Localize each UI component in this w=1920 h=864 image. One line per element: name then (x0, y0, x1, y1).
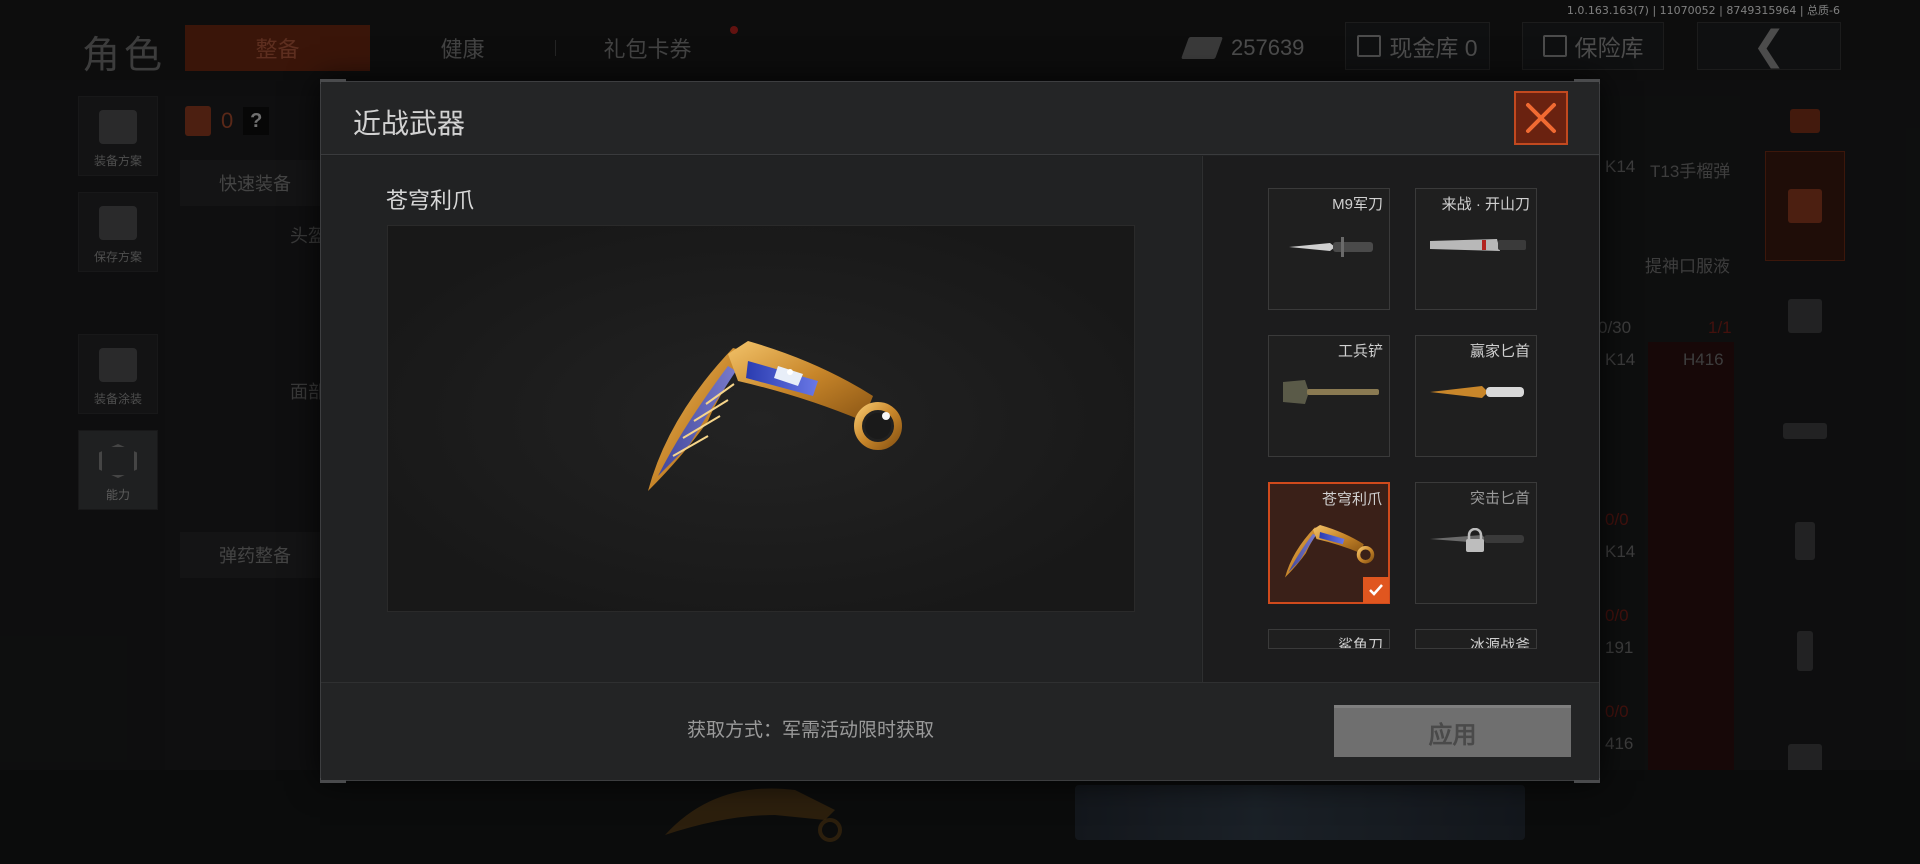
winner-dagger-image (1430, 386, 1524, 398)
dialog-header: 近战武器 (321, 82, 1599, 155)
close-button[interactable] (1514, 91, 1568, 145)
shovel-image (1283, 380, 1379, 404)
lock-icon (1466, 528, 1484, 552)
machete-image (1430, 239, 1526, 251)
weapon-list[interactable]: M9军刀 来战 · 开山刀 工兵铲 赢家匕首 苍穹利爪 突击匕首 鲨鱼刀 冰源战… (1202, 156, 1599, 682)
preview-weapon-name: 苍穹利爪 (386, 188, 475, 213)
weapon-card-name: 鲨鱼刀 (1337, 637, 1383, 649)
close-icon (1526, 103, 1556, 133)
weapon-card-selected[interactable]: 苍穹利爪 (1268, 482, 1390, 604)
acquire-method-text: 获取方式：军需活动限时获取 (687, 720, 935, 741)
m9-knife-image (1289, 237, 1373, 257)
weapon-card-locked[interactable]: 突击匕首 (1415, 482, 1537, 604)
weapon-card-name: 突击匕首 (1469, 490, 1530, 507)
weapon-preview-box (387, 225, 1135, 612)
weapon-card[interactable]: M9军刀 (1268, 188, 1390, 310)
weapon-card[interactable]: 鲨鱼刀 (1268, 629, 1390, 649)
weapon-card-name: 来战 · 开山刀 (1441, 196, 1530, 213)
apply-label: 应用 (1428, 722, 1477, 749)
weapon-card-name: 苍穹利爪 (1321, 491, 1382, 508)
weapon-card[interactable]: 来战 · 开山刀 (1415, 188, 1537, 310)
dialog-title: 近战武器 (353, 108, 466, 139)
weapon-card-name: M9军刀 (1332, 196, 1383, 213)
checkmark-icon (1363, 577, 1389, 603)
weapon-card-name: 工兵铲 (1337, 343, 1383, 360)
weapon-card-name: 赢家匕首 (1469, 343, 1530, 360)
weapon-card[interactable]: 赢家匕首 (1415, 335, 1537, 457)
melee-weapon-dialog: 近战武器 苍穹利爪 M9军刀 来战 · 开山刀 工兵铲 赢家匕首 苍穹利爪 突击… (320, 79, 1600, 783)
apply-button[interactable]: 应用 (1334, 705, 1571, 757)
weapon-card[interactable]: 工兵铲 (1268, 335, 1390, 457)
weapon-card-name: 冰源战斧 (1469, 637, 1530, 649)
karambit-preview-image (648, 341, 902, 491)
weapon-card[interactable]: 冰源战斧 (1415, 629, 1537, 649)
